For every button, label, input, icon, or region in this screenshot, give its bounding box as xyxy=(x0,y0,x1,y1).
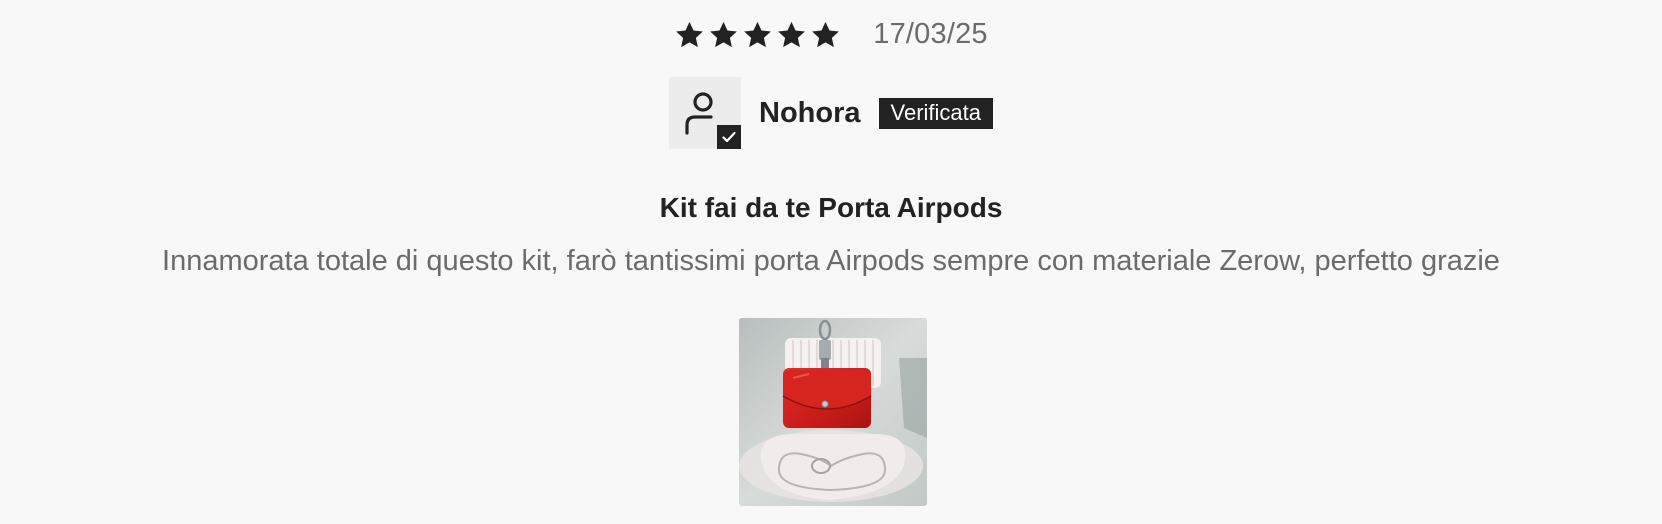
star-icon xyxy=(674,20,705,50)
author-row: Nohora Verificata xyxy=(0,77,1662,149)
verified-badge: Verificata xyxy=(878,97,993,129)
review-photo[interactable] xyxy=(739,318,927,506)
review-body: Innamorata totale di questo kit, farò ta… xyxy=(162,245,1500,277)
star-icon xyxy=(810,20,841,50)
review-title: Kit fai da te Porta Airpods xyxy=(659,192,1003,223)
review-date: 17/03/25 xyxy=(873,18,988,50)
review-card: 17/03/25 Nohora Verificata Kit fai da te… xyxy=(0,0,1662,524)
author-name: Nohora xyxy=(759,96,861,129)
rating-row: 17/03/25 xyxy=(0,18,1662,51)
star-icon xyxy=(742,20,773,50)
star-rating xyxy=(674,20,841,50)
checkmark-icon xyxy=(717,125,741,149)
star-icon xyxy=(776,20,807,50)
avatar xyxy=(669,77,741,149)
star-icon xyxy=(708,20,739,50)
